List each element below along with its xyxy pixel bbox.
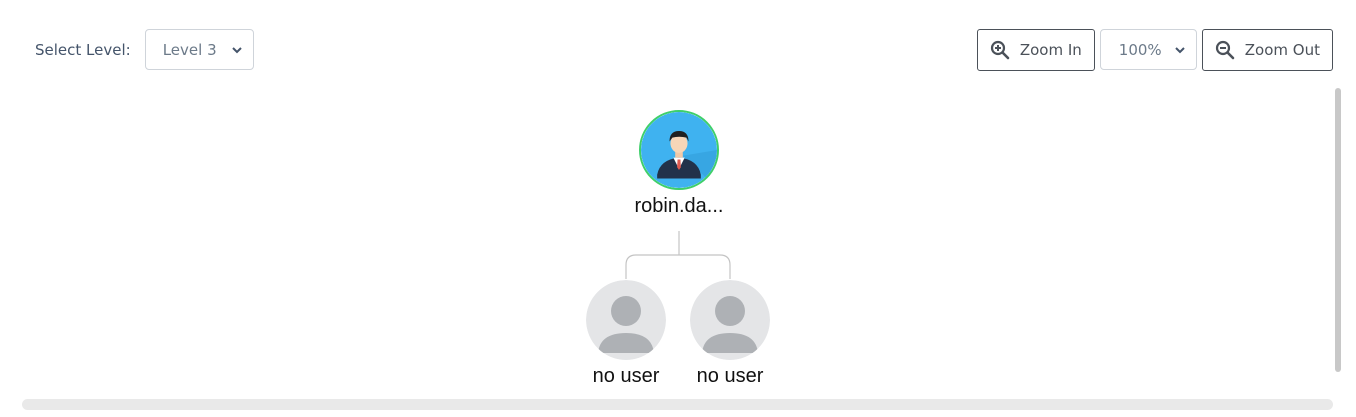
root-user-label: robin.da... (634, 195, 724, 217)
zoom-select-value: 100% (1118, 40, 1162, 59)
zoom-in-label: Zoom In (1019, 40, 1082, 59)
default-user-icon (690, 280, 770, 360)
zoom-in-icon (990, 40, 1010, 59)
child-avatar[interactable] (586, 280, 666, 360)
default-user-icon (586, 280, 666, 360)
level-toolbar: Select Level: Level 3 (35, 28, 254, 71)
root-avatar[interactable] (639, 110, 719, 190)
vertical-scrollbar[interactable] (1335, 88, 1341, 372)
businessman-icon (641, 112, 717, 188)
root-user-node[interactable]: robin.da... (619, 110, 739, 218)
child-user-node[interactable]: no user (670, 280, 790, 388)
zoom-out-button[interactable]: Zoom Out (1201, 28, 1333, 71)
level-select[interactable]: Level 3 (144, 29, 254, 70)
org-chart[interactable]: robin.da... no user no user (0, 86, 1356, 406)
chevron-down-icon (231, 47, 242, 54)
zoom-select[interactable]: 100% (1099, 29, 1197, 70)
horizontal-scrollbar[interactable] (22, 399, 1333, 410)
zoom-in-button[interactable]: Zoom In (976, 28, 1095, 71)
zoom-out-label: Zoom Out (1244, 40, 1320, 59)
zoom-out-icon (1215, 40, 1235, 59)
child-avatar[interactable] (690, 280, 770, 360)
zoom-toolbar: Zoom In 100% Zoom Out (976, 28, 1333, 71)
level-select-value: Level 3 (162, 40, 217, 59)
child-user-node[interactable]: no user (566, 280, 686, 388)
child-user-label: no user (592, 365, 660, 387)
select-level-label: Select Level: (35, 40, 131, 59)
chevron-down-icon (1175, 47, 1185, 54)
child-user-label: no user (696, 365, 764, 387)
